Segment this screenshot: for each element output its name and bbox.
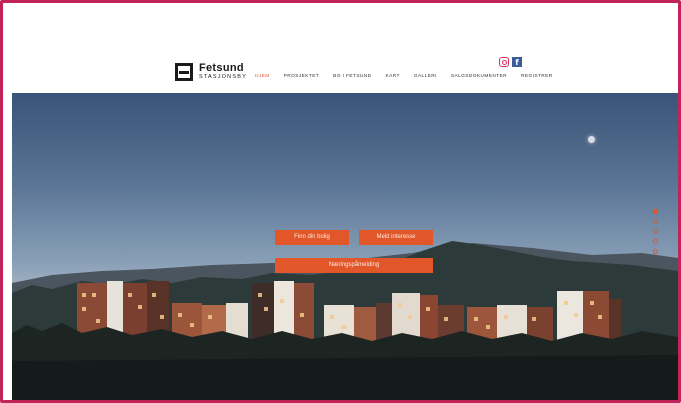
slide-dot-5[interactable] (653, 249, 658, 254)
nav-item-bo-i-fetsund[interactable]: BO I FETSUND (333, 74, 371, 79)
business-signup-button[interactable]: Næringspåmelding (275, 258, 433, 273)
nav-item-salgsdokumenter[interactable]: SALGSDOKUMENTER (451, 74, 507, 79)
instagram-icon[interactable] (499, 57, 509, 67)
hero-background-image (12, 241, 678, 400)
nav-item-prosjektet[interactable]: PROSJEKTET (284, 74, 319, 79)
slide-dot-3[interactable] (653, 229, 658, 234)
browser-frame: Fetsund STASJONSBY HJEM PROSJEKTET BO I … (0, 0, 681, 403)
nav-item-galleri[interactable]: GALLERI (414, 74, 437, 79)
nav-item-hjem[interactable]: HJEM (255, 74, 270, 79)
register-interest-button[interactable]: Meld interesse (359, 230, 433, 245)
site-header: Fetsund STASJONSBY HJEM PROSJEKTET BO I … (3, 3, 678, 93)
facebook-icon[interactable]: f (512, 57, 522, 67)
nav-item-registrer[interactable]: REGISTRER (521, 74, 553, 79)
brand-name: Fetsund (199, 62, 244, 75)
slide-indicators (653, 209, 658, 254)
find-home-button[interactable]: Finn din bolig (275, 230, 349, 245)
site-logo[interactable]: Fetsund STASJONSBY (175, 63, 247, 81)
logo-mark-icon (175, 63, 193, 81)
moon (588, 136, 595, 143)
social-links: f (499, 57, 522, 67)
slide-dot-1[interactable] (653, 209, 658, 214)
nav-item-kart[interactable]: KART (386, 74, 400, 79)
brand-subtitle: STASJONSBY (199, 74, 247, 81)
slide-dot-4[interactable] (653, 239, 658, 244)
slide-dot-2[interactable] (653, 219, 658, 224)
hero-section: Finn din bolig Meld interesse Næringspåm… (12, 93, 678, 400)
main-nav: HJEM PROSJEKTET BO I FETSUND KART GALLER… (255, 74, 567, 79)
